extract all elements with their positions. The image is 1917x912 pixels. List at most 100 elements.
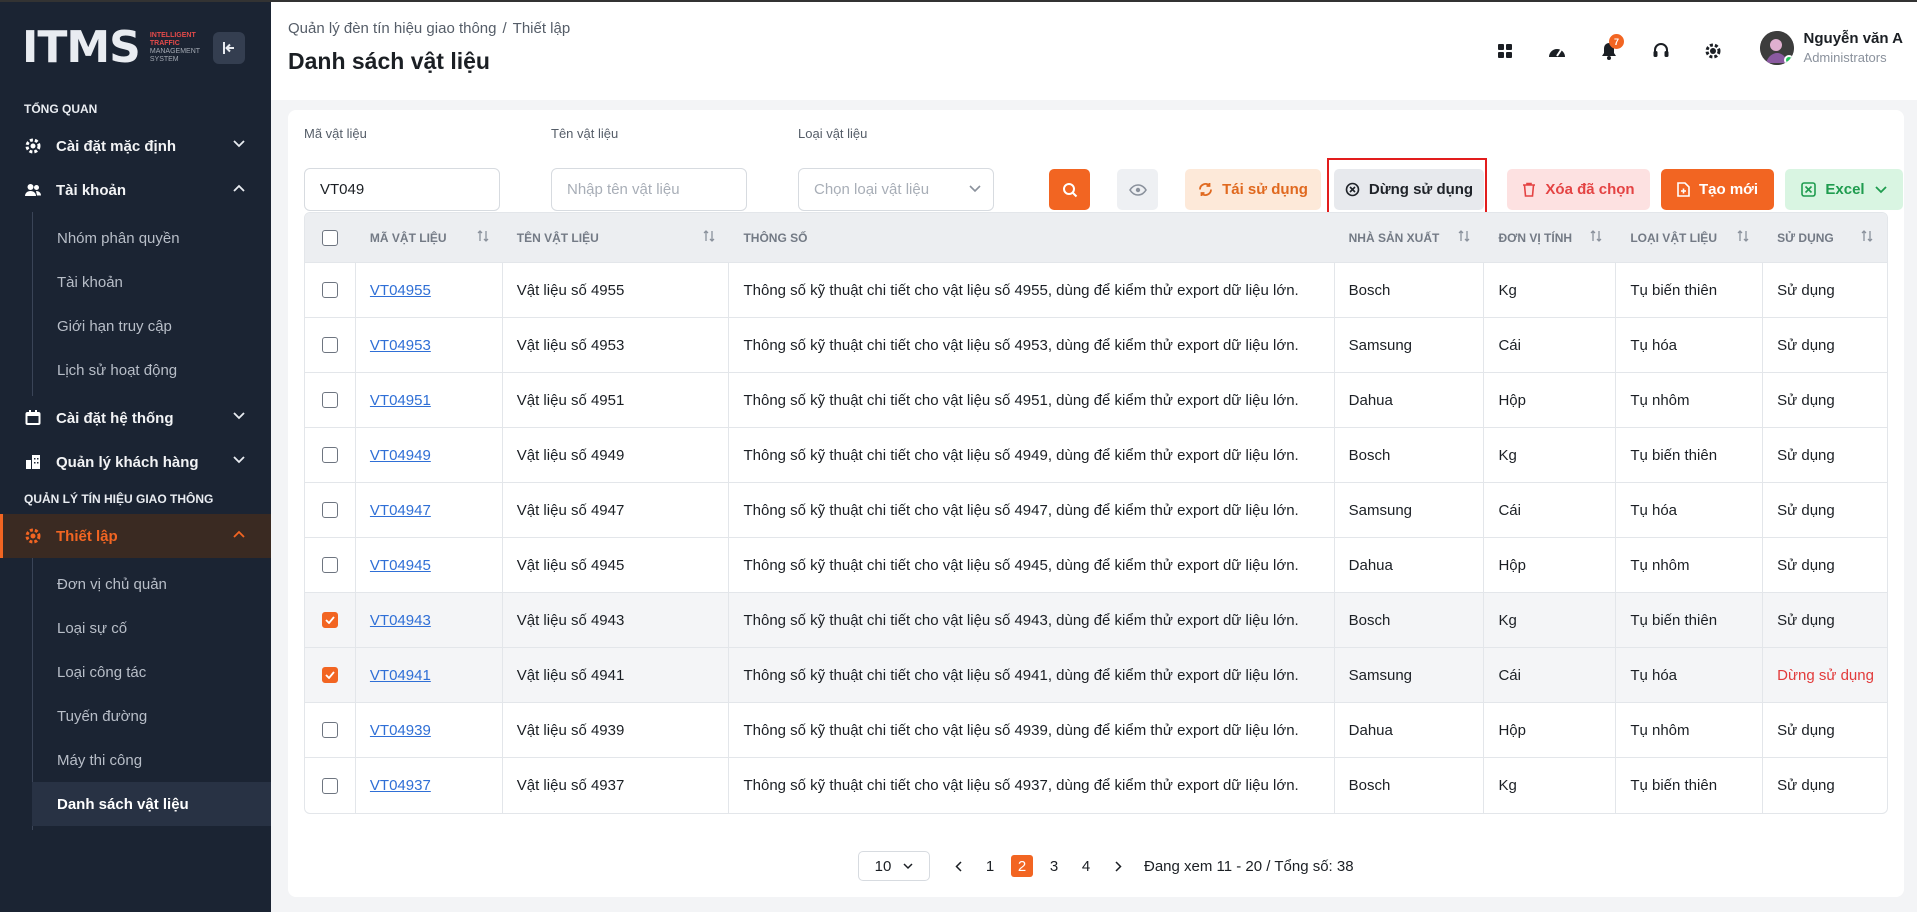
row-select-cell [305, 538, 356, 592]
collapse-sidebar-button[interactable] [213, 32, 245, 64]
row-checkbox[interactable] [321, 667, 338, 683]
table-header-row: MÃ VẬT LIỆU TÊN VẬT LIỆU THÔNG SỐ NHÀ SẢ… [305, 213, 1887, 263]
select-all-checkbox[interactable] [322, 229, 339, 246]
sidebar-item-access-limits[interactable]: Giới hạn truy cập [32, 304, 271, 348]
cell-maker: Bosch [1335, 428, 1485, 482]
search-button[interactable] [1049, 169, 1090, 210]
cell-type: Tụ biến thiên [1616, 758, 1764, 813]
section-traffic-signal: QUẢN LÝ TÍN HIỆU GIAO THÔNG [24, 492, 214, 506]
reuse-button[interactable]: Tái sử dụng [1185, 169, 1321, 210]
row-checkbox[interactable] [321, 337, 338, 353]
col-header-type[interactable]: LOẠI VẬT LIỆU [1616, 213, 1763, 262]
name-filter-input[interactable]: Nhập tên vật liệu [551, 168, 747, 211]
sidebar-item-work-types[interactable]: Loại công tác [32, 650, 271, 694]
code-filter-input[interactable]: VT049 [304, 168, 500, 211]
sidebar-item-routes[interactable]: Tuyến đường [32, 694, 271, 738]
table-row[interactable]: VT04951 Vật liệu số 4951 Thông số kỹ thuật… [305, 373, 1887, 428]
pagination-info: Đang xem 11 - 20 / Tổng số: 38 [1144, 857, 1354, 875]
col-header-status[interactable]: SỬ DỤNG [1763, 213, 1887, 262]
table-row[interactable]: VT04941 Vật liệu số 4941 Thông số kỹ thuật… [305, 648, 1887, 703]
row-select-cell [305, 648, 356, 702]
page-button-4[interactable]: 4 [1075, 855, 1097, 877]
row-select-cell [305, 263, 356, 317]
sidebar-item-accounts[interactable]: Tài khoản [32, 260, 271, 304]
breadcrumb-item-traffic[interactable]: Quản lý đèn tín hiệu giao thông [288, 20, 497, 37]
building-icon [24, 453, 42, 471]
page-button-3[interactable]: 3 [1043, 855, 1065, 877]
row-select-cell [305, 593, 356, 647]
row-checkbox[interactable] [321, 777, 338, 794]
col-header-spec: THÔNG SỐ [729, 213, 1334, 262]
chevron-down-icon [969, 185, 981, 193]
user-menu[interactable]: Nguyễn văn A Administrators [1759, 30, 1903, 65]
row-checkbox[interactable] [321, 612, 338, 628]
material-code-link[interactable]: VT04945 [370, 557, 431, 574]
col-header-label: MÃ VẬT LIỆU [369, 230, 447, 245]
material-code-link[interactable]: VT04951 [370, 392, 431, 409]
excel-export-button[interactable]: Excel [1785, 169, 1903, 210]
sidebar-item-permission-groups[interactable]: Nhóm phân quyền [32, 216, 271, 260]
cell-code: VT04941 [356, 648, 503, 702]
apps-button[interactable] [1479, 36, 1531, 66]
row-checkbox[interactable] [321, 502, 338, 518]
logo[interactable]: ITMS INTELLIGENT TRAFFIC MANAGEMENT SYST… [0, 2, 271, 94]
row-checkbox[interactable] [321, 447, 338, 463]
material-code-link[interactable]: VT04955 [370, 282, 431, 299]
breadcrumb-item-setup[interactable]: Thiết lập [513, 20, 571, 37]
sidebar-item-incident-types[interactable]: Loại sự cố [32, 606, 271, 650]
table-row[interactable]: VT04947 Vật liệu số 4947 Thông số kỹ thuật… [305, 483, 1887, 538]
nav-group-setup[interactable]: Thiết lập [0, 514, 271, 558]
create-new-button[interactable]: Tạo mới [1661, 169, 1774, 210]
row-select-cell [305, 758, 356, 813]
col-header-unit[interactable]: ĐƠN VỊ TÍNH [1484, 213, 1616, 262]
material-code-link[interactable]: VT04947 [370, 502, 431, 519]
sidebar-item-managing-units[interactable]: Đơn vị chủ quản [32, 562, 271, 606]
material-code-link[interactable]: VT04939 [370, 722, 431, 739]
sidebar-item-machines[interactable]: Máy thi công [32, 738, 271, 782]
table-row[interactable]: VT04953 Vật liệu số 4953 Thông số kỹ thuật… [305, 318, 1887, 373]
table-row[interactable]: VT04939 Vật liệu số 4939 Thông số kỹ thuật… [305, 703, 1887, 758]
sidebar-item-material-list[interactable]: Danh sách vật liệu [32, 782, 271, 826]
toggle-columns-button[interactable] [1117, 169, 1158, 210]
material-code-link[interactable]: VT04943 [370, 612, 431, 629]
delete-selected-button[interactable]: Xóa đã chọn [1507, 169, 1650, 210]
sidebar-item-activity-history[interactable]: Lịch sử hoạt động [32, 348, 271, 392]
nav-group-customer-management[interactable]: Quản lý khách hàng [0, 440, 271, 484]
page-button-1[interactable]: 1 [979, 855, 1001, 877]
calendar-icon [24, 409, 42, 427]
next-page-button[interactable] [1107, 855, 1129, 877]
table-row[interactable]: VT04945 Vật liệu số 4945 Thông số kỹ thuật… [305, 538, 1887, 593]
material-code-link[interactable]: VT04937 [370, 777, 431, 794]
col-header-name[interactable]: TÊN VẬT LIỆU [503, 213, 730, 262]
cell-status: Sử dụng [1777, 777, 1835, 794]
material-code-link[interactable]: VT04949 [370, 447, 431, 464]
material-code-link[interactable]: VT04953 [370, 337, 431, 354]
prev-page-button[interactable] [947, 855, 969, 877]
page-size-select[interactable]: 10 [858, 851, 930, 881]
table-row[interactable]: VT04937 Vật liệu số 4937 Thông số kỹ thuật… [305, 758, 1887, 813]
table-row[interactable]: VT04955 Vật liệu số 4955 Thông số kỹ thuật… [305, 263, 1887, 318]
row-checkbox[interactable] [321, 557, 338, 573]
row-checkbox[interactable] [321, 282, 338, 298]
nav-group-default-settings[interactable]: Cài đặt mặc định [0, 124, 271, 168]
material-code-link[interactable]: VT04941 [370, 667, 431, 684]
type-filter-select[interactable]: Chọn loại vật liệu [798, 168, 994, 211]
name-filter-label: Tên vật liệu [551, 126, 619, 141]
support-button[interactable] [1635, 36, 1687, 66]
row-checkbox[interactable] [321, 392, 338, 408]
notifications-button[interactable]: 7 [1583, 34, 1635, 66]
pagination: 10 1 2 3 4 Đang xem 11 - 20 / Tổng số: 3… [858, 851, 1354, 881]
table-row[interactable]: VT04949 Vật liệu số 4949 Thông số kỹ thuật… [305, 428, 1887, 483]
row-checkbox[interactable] [321, 722, 338, 738]
col-header-code[interactable]: MÃ VẬT LIỆU [356, 213, 503, 262]
nav-group-system-settings[interactable]: Cài đặt hệ thống [0, 396, 271, 440]
page-button-2[interactable]: 2 [1011, 855, 1033, 877]
settings-button[interactable] [1687, 36, 1739, 66]
sort-icon [1590, 230, 1602, 242]
col-header-maker[interactable]: NHÀ SẢN XUẤT [1335, 213, 1485, 262]
table-row[interactable]: VT04943 Vật liệu số 4943 Thông số kỹ thuật… [305, 593, 1887, 648]
nav-group-account[interactable]: Tài khoản [0, 168, 271, 212]
cell-status: Dừng sử dụng [1777, 666, 1874, 684]
dashboard-button[interactable] [1531, 36, 1583, 66]
users-icon [24, 181, 42, 199]
